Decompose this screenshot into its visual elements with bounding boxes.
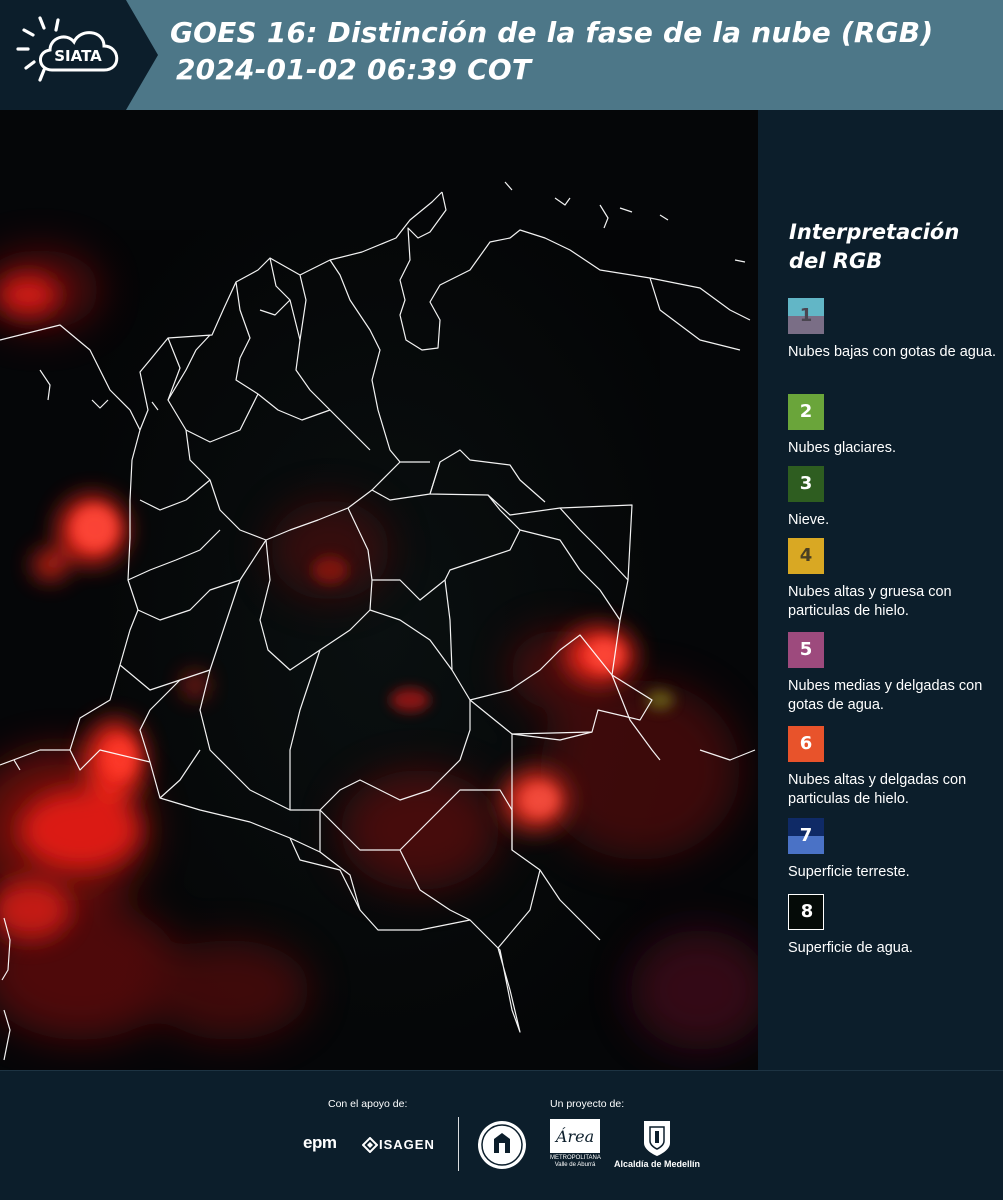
legend-panel: Interpretación del RGB 1 Nubes bajas con… xyxy=(760,110,1003,1070)
page-title: GOES 16: Distinción de la fase de la nub… xyxy=(170,16,934,49)
map-canvas xyxy=(0,110,758,1070)
siata-logo: SIATA xyxy=(0,0,158,110)
legend-swatch: 6 xyxy=(788,726,824,762)
legend-item: 2 Nubes glaciares. xyxy=(788,394,1000,458)
legend-swatch: 8 xyxy=(788,894,824,930)
legend-number: 6 xyxy=(799,733,813,754)
legend-label: Superficie de agua. xyxy=(788,940,913,956)
alcaldia-text: Alcaldía de Medellín xyxy=(613,1159,701,1169)
legend-item: 3 Nieve. xyxy=(788,466,1000,530)
legend-label: Nubes bajas con gotas de agua. xyxy=(788,344,996,360)
legend-number: 1 xyxy=(799,305,813,326)
legend-label: Nubes medias y delgadas con gotas de agu… xyxy=(788,678,983,713)
legend-number: 3 xyxy=(799,473,813,494)
footer-sponsors: Con el apoyo de: Un proyecto de: epm ISA… xyxy=(0,1070,1003,1200)
legend-number: 7 xyxy=(799,825,813,846)
svg-text:Área: Área xyxy=(554,1126,594,1146)
area-metropolitana-logo: Área METROPOLITANA Valle de Aburrá xyxy=(550,1119,601,1168)
footer-divider xyxy=(458,1117,459,1171)
alcaldia-shield-icon xyxy=(644,1121,670,1156)
seal-icon xyxy=(478,1121,526,1169)
siata-logo-text: SIATA xyxy=(54,47,102,65)
support-caption: Con el apoyo de: xyxy=(328,1098,408,1110)
legend-number: 4 xyxy=(799,545,813,566)
legend-swatch: 7 xyxy=(788,818,824,854)
legend-title: Interpretación del RGB xyxy=(789,220,960,273)
alcaldia-logo: Alcaldía de Medellín xyxy=(612,1119,702,1169)
legend-label: Nubes glaciares. xyxy=(788,440,896,456)
legend-number: 5 xyxy=(799,639,813,660)
legend-label: Nieve. xyxy=(788,512,830,528)
legend-swatch: 1 xyxy=(788,298,824,334)
siata-logo-panel: SIATA xyxy=(0,0,158,110)
area-caption: METROPOLITANA Valle de Aburrá xyxy=(550,1155,601,1168)
legend-item: 4 Nubes altas y gruesa con particulas de… xyxy=(788,538,1000,621)
legend-number: 2 xyxy=(799,401,813,422)
legend-label: Nubes altas y gruesa con particulas de h… xyxy=(788,584,952,619)
legend-item: 6 Nubes altas y delgadas con particulas … xyxy=(788,726,1000,809)
epm-logo: epm xyxy=(303,1133,337,1152)
satellite-map xyxy=(0,110,758,1070)
legend-item: 7 Superficie terreste. xyxy=(788,818,1000,882)
legend-item: 1 Nubes bajas con gotas de agua. xyxy=(788,298,1000,362)
legend-label: Superficie terreste. xyxy=(788,864,910,880)
metropolitan-seal-logo xyxy=(476,1119,528,1176)
legend-swatch: 4 xyxy=(788,538,824,574)
area-mark-icon: Área xyxy=(550,1119,600,1153)
isagen-mark-icon xyxy=(362,1137,378,1153)
timestamp: 2024-01-02 06:39 COT xyxy=(176,53,532,86)
legend-swatch: 5 xyxy=(788,632,824,668)
legend-item: 5 Nubes medias y delgadas con gotas de a… xyxy=(788,632,1000,715)
legend-swatch: 2 xyxy=(788,394,824,430)
project-caption: Un proyecto de: xyxy=(550,1098,625,1110)
legend-swatch: 3 xyxy=(788,466,824,502)
title-block: GOES 16: Distinción de la fase de la nub… xyxy=(170,14,990,88)
legend-label: Nubes altas y delgadas con particulas de… xyxy=(788,772,967,807)
legend-number: 8 xyxy=(800,901,814,922)
legend-item: 8 Superficie de agua. xyxy=(788,894,1000,958)
header-banner: SIATA GOES 16: Distinción de la fase de … xyxy=(0,0,1003,110)
isagen-text: ISAGEN xyxy=(379,1137,435,1152)
